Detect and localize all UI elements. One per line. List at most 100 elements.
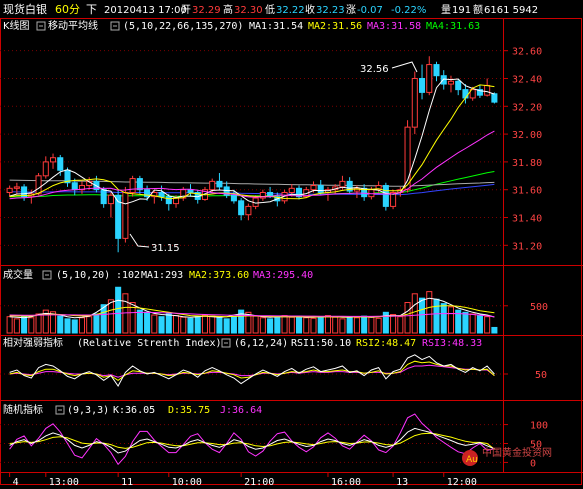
candle-body [209, 180, 216, 191]
candle [158, 185, 165, 201]
x-tick-label: 13:00 [49, 477, 79, 488]
rsi-subtitle: (Relative Strenth Index) [77, 338, 222, 349]
candle [361, 184, 368, 201]
volume-current: :102 [116, 270, 140, 281]
kline-tick-label: 32.40 [512, 74, 542, 85]
volume-bar [201, 314, 209, 334]
candle [346, 177, 353, 194]
volume-bar [310, 317, 317, 334]
candle [187, 184, 194, 197]
open-label: 开 [181, 5, 191, 16]
volume-bar [476, 314, 483, 334]
kline-tick-label: 32.00 [512, 130, 542, 141]
rsi2-legend: RSI2:48.47 [356, 338, 416, 349]
period-label[interactable]: 60分 [55, 3, 80, 16]
candle [382, 182, 389, 211]
rsi-line [9, 360, 495, 382]
candle-body [317, 185, 324, 193]
candle-body [187, 189, 194, 193]
candle-body [165, 196, 172, 205]
candle [238, 198, 245, 221]
high-annotation: 32.56 [360, 64, 389, 75]
volume-bar [57, 315, 64, 334]
kdj-plot[interactable] [9, 413, 495, 466]
high-value: 32.30 [234, 5, 263, 16]
volume-bar [144, 311, 151, 334]
candle [411, 71, 418, 135]
volume-bar [397, 316, 404, 334]
kline-plot[interactable] [6, 56, 498, 253]
chart-canvas[interactable]: 现货白银 60分 下 20120413 17:00 开 32.29 高 32.3… [0, 0, 583, 489]
rsi-plot[interactable] [9, 354, 495, 387]
vol-ma1-legend: MA1:293 [141, 270, 183, 281]
close-label: 收 [305, 3, 315, 16]
candle [42, 156, 49, 179]
change-label: 涨 [346, 4, 356, 16]
amount-value: 6161 5942 [484, 5, 538, 16]
volume-y-axis: 500 [503, 302, 548, 313]
kline-title: K线图 [3, 19, 30, 32]
kline-tick-label: 32.20 [512, 102, 542, 113]
volume-bar [303, 317, 310, 334]
volume-bar [216, 317, 223, 334]
volume-bar [469, 313, 476, 334]
candle [295, 185, 303, 200]
nav-label[interactable]: 下 [86, 3, 97, 16]
volume-params: (5,10,20) [56, 270, 110, 281]
candle-body [433, 64, 440, 77]
vol-ma2-legend: MA2:373.60 [189, 270, 249, 281]
volume-bar [267, 318, 274, 334]
ma3-legend: MA3:31.58 [367, 21, 421, 32]
rsi3-legend: RSI3:48.33 [422, 338, 482, 349]
volume-bar [115, 286, 122, 334]
ma-params: (5,10,22,66,135,270) [123, 21, 243, 32]
watermark: Au 中国黄金投资网 [462, 446, 552, 466]
k-legend: K:36.05 [113, 405, 155, 416]
candle [21, 184, 28, 201]
kdj-line [9, 427, 495, 454]
kdj-line [9, 413, 495, 466]
high-label: 高 [223, 3, 233, 16]
candle [136, 175, 143, 194]
candle [6, 185, 13, 197]
volume-bar [230, 316, 237, 334]
candle-body [484, 84, 491, 96]
ma4-legend: MA4:31.63 [426, 21, 480, 32]
volume-bar [35, 313, 42, 334]
volume-bar [71, 319, 78, 334]
x-tick-label: 21:00 [244, 477, 274, 488]
d-legend: D:35.75 [168, 405, 210, 416]
volume-bar [281, 315, 288, 334]
candle-body [172, 197, 180, 205]
candle-body [382, 185, 389, 207]
candle-body [42, 161, 49, 177]
candle-body [310, 185, 317, 191]
kline-tick-label: 31.40 [512, 214, 542, 225]
candle [223, 181, 230, 199]
volume-bar [433, 298, 440, 334]
volume-bar [274, 316, 281, 334]
candle-body [49, 157, 57, 163]
candle [259, 189, 266, 201]
volume-bar [28, 317, 35, 334]
x-tick-label: 11 [121, 477, 133, 488]
open-value: 32.29 [192, 5, 221, 16]
rsi-line [9, 354, 495, 387]
watermark-text: 中国黄金投资网 [482, 446, 552, 459]
candle [122, 186, 129, 243]
candle-body [107, 194, 114, 205]
volume-plot[interactable] [6, 286, 498, 334]
candle-body [71, 182, 78, 191]
close-value: 32.23 [316, 5, 345, 16]
candle-body [122, 191, 129, 239]
volume-bar [78, 317, 86, 334]
volume-bar [332, 316, 339, 334]
volume-bar [440, 303, 447, 334]
candle [107, 192, 114, 218]
kdj-line [9, 432, 495, 450]
volume-bar [368, 316, 375, 334]
ma-indicator-name[interactable]: 移动平均线 [48, 19, 98, 32]
kdj-tick-label: 100 [530, 421, 548, 432]
ma2-legend: MA2:31.56 [308, 21, 362, 32]
x-tick-label: 16:00 [331, 477, 361, 488]
